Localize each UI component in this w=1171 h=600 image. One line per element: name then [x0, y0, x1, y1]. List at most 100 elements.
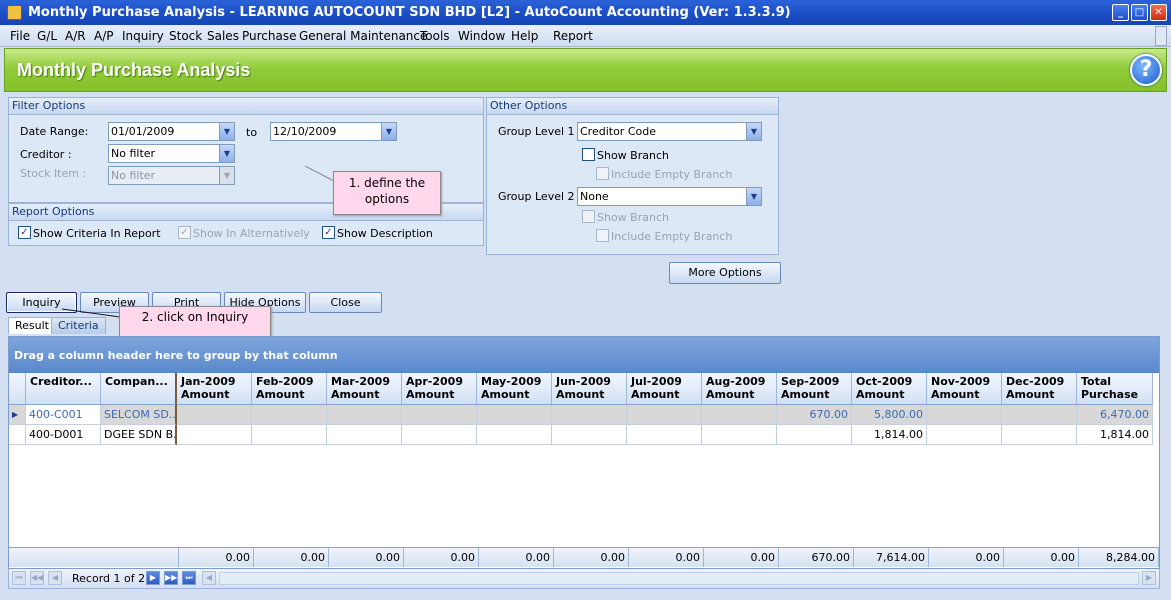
menu-gl[interactable]: G/L [37, 29, 57, 43]
next-record-icon[interactable]: ▶ [146, 571, 160, 585]
app-icon[interactable] [7, 5, 22, 20]
date-to-picker[interactable]: 12/10/2009 ▼ [270, 122, 397, 141]
last-record-icon[interactable]: ⏭ [182, 571, 196, 585]
show-criteria-checkbox[interactable]: ✓ [18, 226, 31, 239]
menu-inquiry[interactable]: Inquiry [122, 29, 164, 43]
table-cell[interactable] [177, 425, 252, 445]
table-cell[interactable] [702, 405, 777, 425]
tab-result[interactable]: Result [8, 317, 56, 334]
table-cell[interactable] [477, 425, 552, 445]
table-cell[interactable] [627, 425, 702, 445]
menu-file[interactable]: File [10, 29, 30, 43]
table-cell[interactable] [327, 405, 402, 425]
chevron-down-icon[interactable]: ▼ [381, 123, 396, 140]
column-header-dec[interactable]: Dec-2009 Amount [1002, 373, 1077, 405]
show-branch-1-checkbox[interactable] [582, 148, 595, 161]
table-cell[interactable] [1002, 405, 1077, 425]
column-header-oct[interactable]: Oct-2009 Amount [852, 373, 927, 405]
table-cell[interactable] [177, 405, 252, 425]
scroll-left-icon[interactable]: ◀ [202, 571, 216, 585]
chevron-down-icon[interactable]: ▼ [746, 123, 761, 140]
menu-purchase[interactable]: Purchase [242, 29, 297, 43]
menu-stock[interactable]: Stock [169, 29, 202, 43]
footer-total-cell: 7,614.00 [854, 547, 929, 567]
column-header-mar[interactable]: Mar-2009 Amount [327, 373, 402, 405]
include-empty-branch-1-label: Include Empty Branch [611, 168, 733, 181]
footer-total-cell: 670.00 [779, 547, 854, 567]
next-page-icon[interactable]: ▶▶ [164, 571, 178, 585]
group-by-area[interactable]: Drag a column header here to group by th… [9, 337, 1159, 373]
table-cell[interactable]: 1,814.00 [852, 425, 927, 445]
menu-ap[interactable]: A/P [94, 29, 114, 43]
close-window-icon[interactable]: ✕ [1150, 4, 1167, 21]
date-from-value: 01/01/2009 [111, 125, 175, 138]
horizontal-scrollbar[interactable] [219, 572, 1139, 585]
table-cell[interactable] [627, 405, 702, 425]
chevron-down-icon[interactable]: ▼ [746, 188, 761, 205]
table-cell[interactable] [252, 425, 327, 445]
column-header-nov[interactable]: Nov-2009 Amount [927, 373, 1002, 405]
table-cell[interactable]: DGEE SDN B... [101, 425, 177, 445]
table-cell[interactable] [402, 425, 477, 445]
column-header-feb[interactable]: Feb-2009 Amount [252, 373, 327, 405]
column-header-apr[interactable]: Apr-2009 Amount [402, 373, 477, 405]
menu-help[interactable]: Help [511, 29, 538, 43]
table-cell[interactable]: 400-C001 [26, 405, 101, 425]
close-button[interactable]: Close [309, 292, 382, 313]
menu-general-maintenance[interactable]: General Maintenance [299, 29, 427, 43]
table-cell[interactable] [402, 405, 477, 425]
menu-sales[interactable]: Sales [207, 29, 239, 43]
footer-total-cell: 0.00 [479, 547, 554, 567]
table-cell[interactable] [552, 425, 627, 445]
column-header-aug[interactable]: Aug-2009 Amount [702, 373, 777, 405]
table-cell[interactable]: 670.00 [777, 405, 852, 425]
menu-tools[interactable]: Tools [420, 29, 450, 43]
show-description-checkbox[interactable]: ✓ [322, 226, 335, 239]
table-cell[interactable] [927, 405, 1002, 425]
table-cell[interactable] [252, 405, 327, 425]
creditor-filter-select[interactable]: No filter ▼ [108, 144, 235, 163]
menu-scroll-button[interactable] [1155, 26, 1167, 46]
footer-total-cell: 0.00 [1004, 547, 1079, 567]
result-grid: Drag a column header here to group by th… [8, 336, 1160, 569]
group-level-2-label: Group Level 2 : [498, 190, 582, 203]
row-indicator-icon[interactable]: ▶ [9, 405, 26, 425]
table-cell[interactable]: 6,470.00 [1077, 405, 1153, 425]
menu-report[interactable]: Report [553, 29, 593, 43]
column-header-jan[interactable]: Jan-2009 Amount [177, 373, 252, 405]
group-level-2-select[interactable]: None ▼ [577, 187, 762, 206]
table-cell[interactable] [552, 405, 627, 425]
table-cell[interactable] [477, 405, 552, 425]
column-header-jul[interactable]: Jul-2009 Amount [627, 373, 702, 405]
table-cell[interactable]: 5,800.00 [852, 405, 927, 425]
chevron-down-icon[interactable]: ▼ [219, 145, 234, 162]
table-cell[interactable]: 400-D001 [26, 425, 101, 445]
menu-ar[interactable]: A/R [65, 29, 86, 43]
menu-bar: File G/L A/R A/P Inquiry Stock Sales Pur… [0, 25, 1171, 47]
column-header-total[interactable]: Total Purchase [1077, 373, 1153, 405]
table-cell[interactable] [1002, 425, 1077, 445]
footer-total-cell: 0.00 [254, 547, 329, 567]
menu-window[interactable]: Window [458, 29, 505, 43]
more-options-button[interactable]: More Options [669, 262, 781, 284]
column-header-company[interactable]: Compan... [101, 373, 177, 405]
table-cell[interactable] [777, 425, 852, 445]
column-header-jun[interactable]: Jun-2009 Amount [552, 373, 627, 405]
table-cell[interactable]: SELCOM SD... [101, 405, 177, 425]
table-cell[interactable] [702, 425, 777, 445]
minimize-icon[interactable]: _ [1112, 4, 1129, 21]
column-header-sep[interactable]: Sep-2009 Amount [777, 373, 852, 405]
column-header-may[interactable]: May-2009 Amount [477, 373, 552, 405]
table-cell[interactable] [327, 425, 402, 445]
table-cell[interactable] [927, 425, 1002, 445]
chevron-down-icon[interactable]: ▼ [219, 123, 234, 140]
help-icon[interactable]: ? [1130, 54, 1162, 86]
other-options-title: Other Options [487, 98, 778, 115]
maximize-icon[interactable]: □ [1131, 4, 1148, 21]
date-from-picker[interactable]: 01/01/2009 ▼ [108, 122, 235, 141]
column-header-creditor[interactable]: Creditor... [26, 373, 101, 405]
scroll-right-icon[interactable]: ▶ [1142, 571, 1156, 585]
group-level-1-select[interactable]: Creditor Code ▼ [577, 122, 762, 141]
table-cell[interactable]: 1,814.00 [1077, 425, 1153, 445]
row-indicator[interactable] [9, 425, 26, 445]
